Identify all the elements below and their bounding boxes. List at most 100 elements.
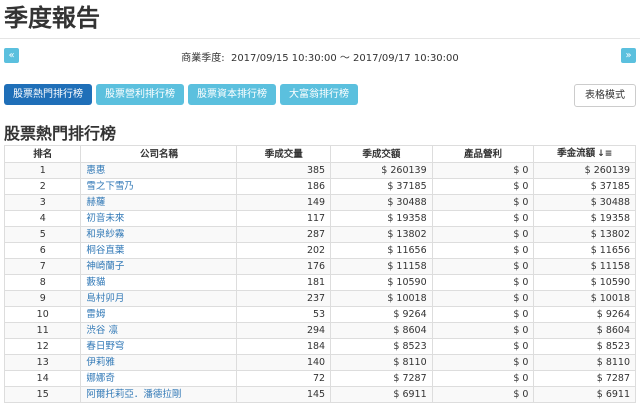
company-link[interactable]: 藪貓 (86, 277, 105, 288)
rank-cell: 10 (3, 306, 82, 323)
company-name-cell: 桐谷直葉 (80, 242, 238, 259)
company-name-cell: 雷姆 (80, 306, 238, 323)
company-link[interactable]: 春日野穹 (86, 341, 124, 352)
header-rank: 排名 (3, 145, 82, 163)
company-link[interactable]: 雷姆 (86, 309, 105, 320)
profit-cell: $ 0 (431, 386, 535, 403)
rank-cell: 13 (3, 354, 82, 371)
profit-cell: $ 0 (431, 338, 535, 355)
table-row: 9 島村卯月 237 $ 10018 $ 0 $ 10018 (3, 290, 636, 307)
period-label: 商業季度: (181, 53, 225, 64)
tab-rich-users[interactable]: 大富翁排行榜 (280, 84, 358, 105)
company-name-cell: 伊莉雅 (80, 354, 238, 371)
profit-cell: $ 0 (431, 194, 535, 211)
profit-cell: $ 0 (431, 370, 535, 387)
cashflow-cell: $ 30488 (533, 194, 636, 211)
cashflow-cell: $ 7287 (533, 370, 636, 387)
table-row: 8 藪貓 181 $ 10590 $ 0 $ 10590 (3, 274, 636, 291)
profit-cell: $ 0 (431, 306, 535, 323)
company-name-cell: 娜娜奇 (80, 370, 238, 387)
profit-cell: $ 0 (431, 162, 535, 179)
volume-cell: 176 (236, 258, 332, 275)
header-cashflow-cell[interactable]: 季金流額 ↓≡ (533, 145, 636, 163)
company-link[interactable]: 雪之下雪乃 (86, 181, 134, 192)
profit-cell: $ 0 (431, 210, 535, 227)
profit-cell: $ 0 (431, 290, 535, 307)
volume-cell: 294 (236, 322, 332, 339)
table-body: 1 惠惠 385 $ 260139 $ 0 $ 260139 2 雪之下雪乃 186 $ 3718… (3, 162, 636, 403)
header-amount: 季成交額 (330, 145, 433, 163)
rank-cell: 4 (3, 210, 82, 227)
amount-cell: $ 37185 (330, 178, 433, 195)
profit-cell: $ 0 (431, 274, 535, 291)
rank-cell: 11 (3, 322, 82, 339)
table-row: 11 渋谷 凛 294 $ 8604 $ 0 $ 8604 (3, 322, 636, 339)
table-row: 13 伊莉雅 140 $ 8110 $ 0 $ 8110 (3, 354, 636, 371)
company-link[interactable]: 娜娜奇 (86, 373, 115, 384)
amount-cell: $ 13802 (330, 226, 433, 243)
tab-profit-stocks[interactable]: 股票營利排行榜 (96, 84, 184, 105)
rank-cell: 2 (3, 178, 82, 195)
company-link[interactable]: 赫蘿 (86, 197, 105, 208)
company-name-cell: 春日野穹 (80, 338, 238, 355)
profit-cell: $ 0 (431, 258, 535, 275)
amount-cell: $ 9264 (330, 306, 433, 323)
company-name-cell: 雪之下雪乃 (80, 178, 238, 195)
cashflow-cell: $ 8604 (533, 322, 636, 339)
company-name-cell: 渋谷 凛 (80, 322, 238, 339)
company-link[interactable]: 和泉紗霧 (86, 229, 124, 240)
table-row: 2 雪之下雪乃 186 $ 37185 $ 0 $ 37185 (3, 178, 636, 195)
rank-cell: 5 (3, 226, 82, 243)
next-period-button[interactable]: » (621, 48, 636, 63)
company-link[interactable]: 初音未來 (86, 213, 124, 224)
rank-cell: 3 (3, 194, 82, 211)
volume-cell: 184 (236, 338, 332, 355)
company-link[interactable]: 神崎蘭子 (86, 261, 124, 272)
company-link[interactable]: 惠惠 (86, 165, 105, 176)
cashflow-cell: $ 11158 (533, 258, 636, 275)
header-volume: 季成交量 (236, 145, 332, 163)
amount-cell: $ 8110 (330, 354, 433, 371)
ranking-tabs: 股票熱門排行榜 股票營利排行榜 股票資本排行榜 大富翁排行榜 (4, 84, 358, 105)
sort-desc-icon[interactable]: ↓≡ (597, 147, 612, 162)
volume-cell: 53 (236, 306, 332, 323)
page-title: 季度報告 (4, 4, 100, 32)
header-company: 公司名稱 (80, 145, 238, 163)
header-cashflow: 季金流額 (557, 148, 596, 159)
tab-hot-stocks[interactable]: 股票熱門排行榜 (4, 84, 92, 105)
amount-cell: $ 10590 (330, 274, 433, 291)
period-range: 商業季度: 2017/09/15 10:30:00 ～ 2017/09/17 1… (0, 49, 640, 64)
amount-cell: $ 6911 (330, 386, 433, 403)
rank-cell: 9 (3, 290, 82, 307)
table-row: 12 春日野穹 184 $ 8523 $ 0 $ 8523 (3, 338, 636, 355)
cashflow-cell: $ 260139 (533, 162, 636, 179)
company-link[interactable]: 渋谷 凛 (86, 325, 118, 336)
rank-cell: 8 (3, 274, 82, 291)
company-link[interactable]: 島村卯月 (86, 293, 124, 304)
title-divider (0, 38, 640, 39)
ranking-table: 排名 公司名稱 季成交量 季成交額 產品營利 季金流額 ↓≡ 1 惠惠 385 $ 26… (3, 145, 636, 403)
company-link[interactable]: 桐谷直葉 (86, 245, 124, 256)
company-link[interactable]: 阿爾托莉亞．潘德拉剛 (86, 389, 181, 400)
rank-cell: 12 (3, 338, 82, 355)
cashflow-cell: $ 13802 (533, 226, 636, 243)
company-link[interactable]: 伊莉雅 (86, 357, 115, 368)
profit-cell: $ 0 (431, 322, 535, 339)
volume-cell: 202 (236, 242, 332, 259)
table-mode-button[interactable]: 表格模式 (574, 84, 636, 107)
volume-cell: 145 (236, 386, 332, 403)
tab-capital-stocks[interactable]: 股票資本排行榜 (188, 84, 276, 105)
cashflow-cell: $ 19358 (533, 210, 636, 227)
company-name-cell: 阿爾托莉亞．潘德拉剛 (80, 386, 238, 403)
header-profit: 產品營利 (431, 145, 535, 163)
company-name-cell: 赫蘿 (80, 194, 238, 211)
rank-cell: 14 (3, 370, 82, 387)
volume-cell: 385 (236, 162, 332, 179)
amount-cell: $ 11656 (330, 242, 433, 259)
volume-cell: 237 (236, 290, 332, 307)
company-name-cell: 神崎蘭子 (80, 258, 238, 275)
company-name-cell: 藪貓 (80, 274, 238, 291)
table-row: 5 和泉紗霧 287 $ 13802 $ 0 $ 13802 (3, 226, 636, 243)
rank-cell: 6 (3, 242, 82, 259)
table-row: 1 惠惠 385 $ 260139 $ 0 $ 260139 (3, 162, 636, 179)
